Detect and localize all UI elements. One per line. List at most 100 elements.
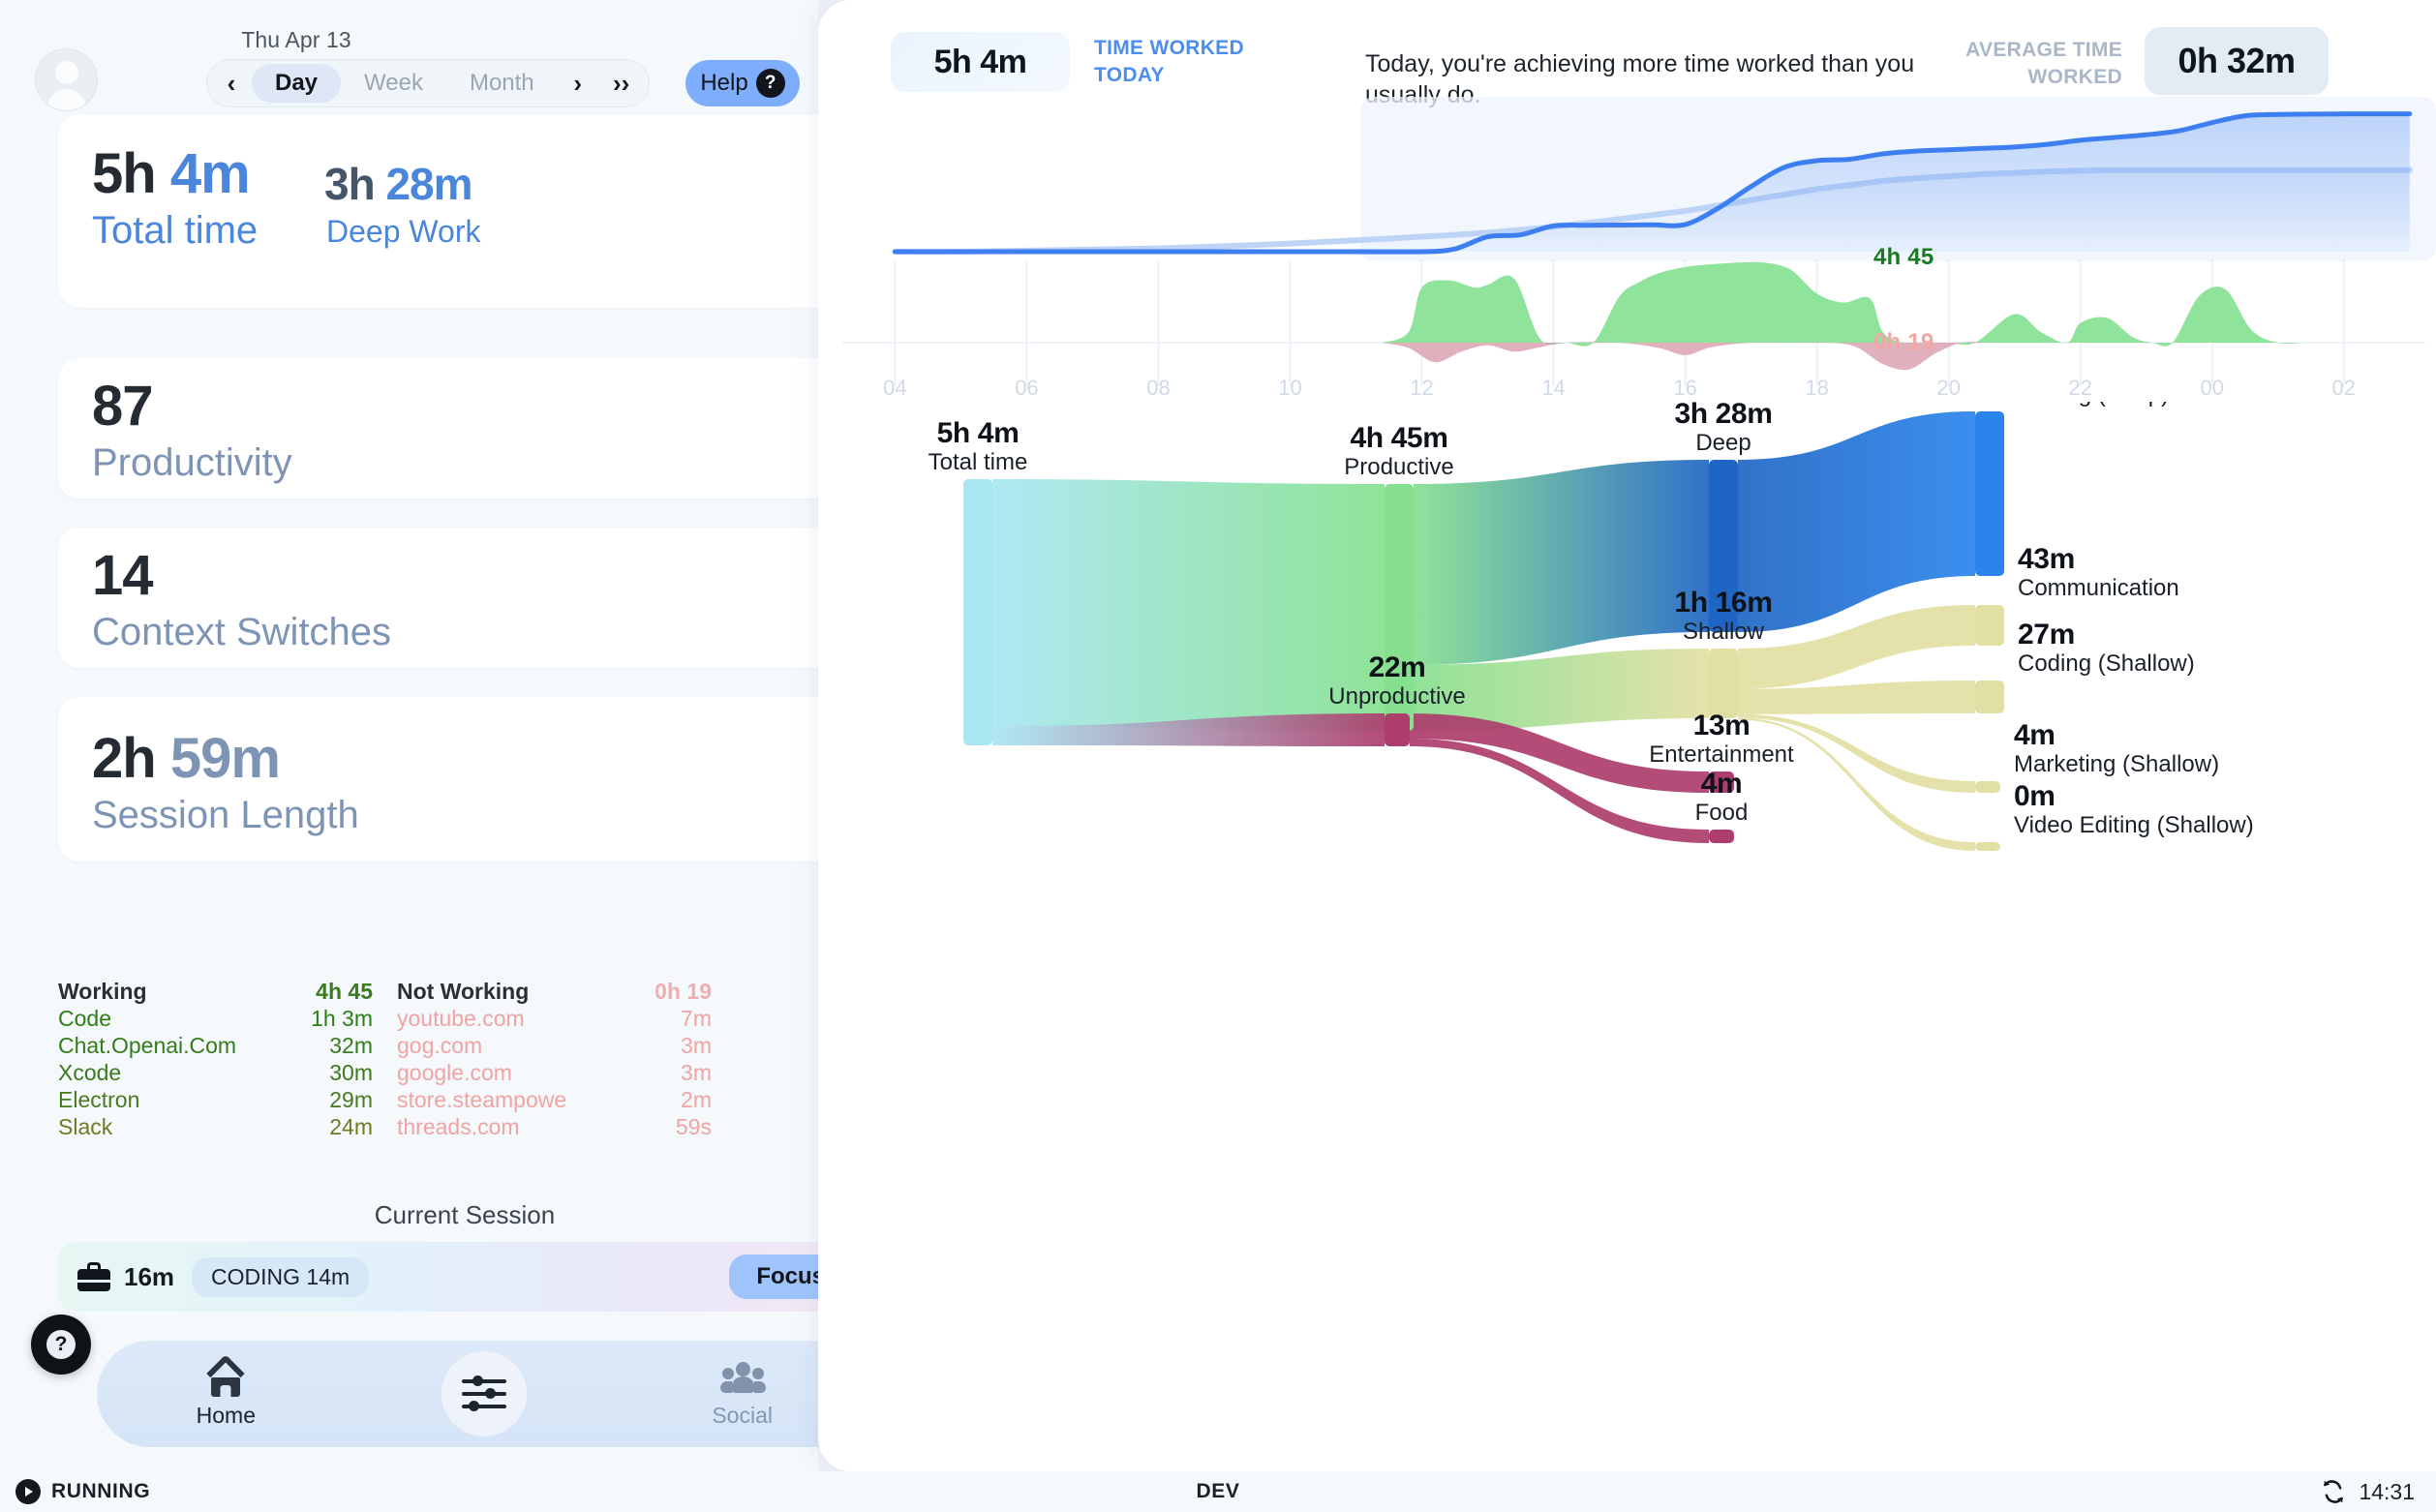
productive-total-annotation: 4h 45 [1873,244,1934,270]
table-row[interactable]: Code 1h 3m youtube.com 7m [58,1005,929,1032]
working-header: Working [58,979,147,1004]
briefcase-icon [77,1262,110,1291]
sankey-link [1738,411,1975,632]
session-elapsed: 16m [124,1261,175,1291]
status-running-group: RUNNING [15,1479,150,1504]
sankey-node[interactable] [1975,781,2000,793]
avatar[interactable] [35,48,98,111]
deep-work-label: Deep Work [326,214,481,249]
context-switches-value: 14 [92,544,154,607]
card-context-switches[interactable]: 14 Context Switches [58,528,929,668]
sankey-node[interactable] [1975,680,2004,713]
sankey-node-value: 4h 45m [1351,422,1448,454]
axis-tick: 20 [1936,376,1961,400]
sankey-node-label: Coding (Deep) [2018,402,2169,408]
time-worked-today-badge: 5h 4m [891,32,1070,92]
axis-tick: 16 [1673,376,1697,400]
range-month[interactable]: Month [446,64,558,103]
range-day[interactable]: Day [252,64,342,103]
working-app-name: Code [58,1006,111,1031]
working-app-name: Chat.Openai.Com [58,1033,237,1058]
table-row[interactable]: Chat.Openai.Com 32m gog.com 3m [58,1032,929,1059]
not-working-site-name: gog.com [397,1033,483,1058]
sankey-node-value: 43m [2018,543,2075,575]
not-working-site-name: threads.com [397,1114,520,1139]
bottom-navigation: Home Social [97,1341,871,1447]
time-breakdown-sankey: 5h 4mTotal time 4h 45mProductive 22mUnprod… [929,402,2254,851]
sankey-node-label: Total time [929,449,1028,475]
sankey-node-value: 5h 4m [937,417,1020,449]
axis-tick: 08 [1146,376,1171,400]
sankey-node[interactable] [1975,842,2000,851]
sankey-node-label: Unproductive [1328,683,1465,710]
card-productivity[interactable]: 87 Productivity [58,358,929,499]
question-mark-icon: ? [46,1330,76,1359]
range-week[interactable]: Week [341,64,446,103]
working-app-value: 32m [329,1033,373,1058]
session-length-value: 2h 59m [92,727,281,790]
session-activity-tag: CODING 14m [192,1256,370,1297]
prev-period-button[interactable]: ‹ [211,62,252,105]
unproductive-total-annotation: 0h 19 [1873,329,1934,355]
avatar-body [46,89,86,110]
axis-tick: 04 [883,376,907,400]
main-panel: 5h 4m TIME WORKED TODAY Today, you're ac… [818,0,2436,1471]
nav-item-home[interactable]: Home [97,1353,355,1429]
play-icon[interactable] [15,1479,41,1504]
sankey-node[interactable] [963,479,992,745]
productivity-value: 87 [92,375,154,438]
axis-tick: 14 [1541,376,1566,400]
help-fab-button[interactable]: ? [31,1315,91,1375]
status-env-label: DEV [1196,1480,1240,1502]
status-clock: 14:31 [2359,1478,2415,1504]
sankey-node[interactable] [1975,605,2004,646]
jump-latest-button[interactable]: ›› [598,62,645,105]
table-row[interactable]: Electron 29m store.steampowe 2m [58,1086,929,1113]
next-period-button[interactable]: › [558,62,598,105]
not-working-site-value: 59s [675,1114,712,1139]
average-time-worked-badge: 0h 32m [2145,27,2329,95]
sankey-node-value: 13m [1693,710,1751,741]
sankey-node-label: Food [1695,800,1749,826]
sankey-node-label: Entertainment [1649,741,1794,768]
card-session-length[interactable]: 2h 59m Session Length [58,697,929,862]
status-running-label: RUNNING [51,1480,151,1502]
settings-button-circle [442,1351,527,1436]
not-working-site-value: 3m [681,1033,712,1058]
not-working-site-value: 7m [681,1006,712,1031]
sankey-node[interactable] [1385,713,1410,746]
total-time-value: 5h 4m [92,142,251,205]
people-icon [719,1360,766,1397]
sankey-node-label: Marketing (Shallow) [2014,751,2219,777]
axis-tick: 12 [1410,376,1434,400]
sankey-node[interactable] [1709,649,1738,718]
sankey-node-label: Deep [1695,430,1751,456]
help-button[interactable]: Help ? [685,60,800,106]
sync-icon[interactable] [2321,1479,2346,1504]
not-working-site-name: google.com [397,1060,512,1085]
app-window: Thu Apr 13 ‹ Day Week Month › ›› Help ? … [0,0,2436,1512]
table-row[interactable]: Xcode 30m google.com 3m [58,1059,929,1086]
status-right-group: 14:31 [2321,1479,2415,1505]
sankey-node-label: Communication [2018,575,2179,601]
average-time-worked-caption: AVERAGE TIME WORKED [1965,39,2122,88]
axis-tick: 00 [2200,376,2224,400]
app-usage-table: Working 4h 45 Not Working 0h 19 Code 1h … [58,978,929,1140]
working-app-value: 29m [329,1087,373,1112]
help-button-label: Help [700,70,748,96]
sankey-node-value: 27m [2018,619,2075,650]
card-total-time[interactable]: 5h 4m Total time 3h 28m Deep Work [58,114,929,308]
table-row[interactable]: Slack 24m threads.com 59s [58,1113,929,1140]
working-app-name: Xcode [58,1060,122,1085]
nav-item-settings[interactable] [355,1351,614,1436]
sankey-node-value: 4m [1701,768,1743,800]
working-app-name: Slack [58,1114,113,1139]
sankey-node[interactable] [1975,411,2004,576]
current-session-bar: 16m CODING 14m Focus [58,1242,871,1312]
axis-tick: 02 [2331,376,2357,400]
sankey-node[interactable] [1709,830,1734,843]
sliders-icon [462,1376,506,1412]
not-working-site-value: 3m [681,1060,712,1085]
date-label: Thu Apr 13 [241,27,351,52]
sankey-node-label: Shallow [1683,619,1765,645]
